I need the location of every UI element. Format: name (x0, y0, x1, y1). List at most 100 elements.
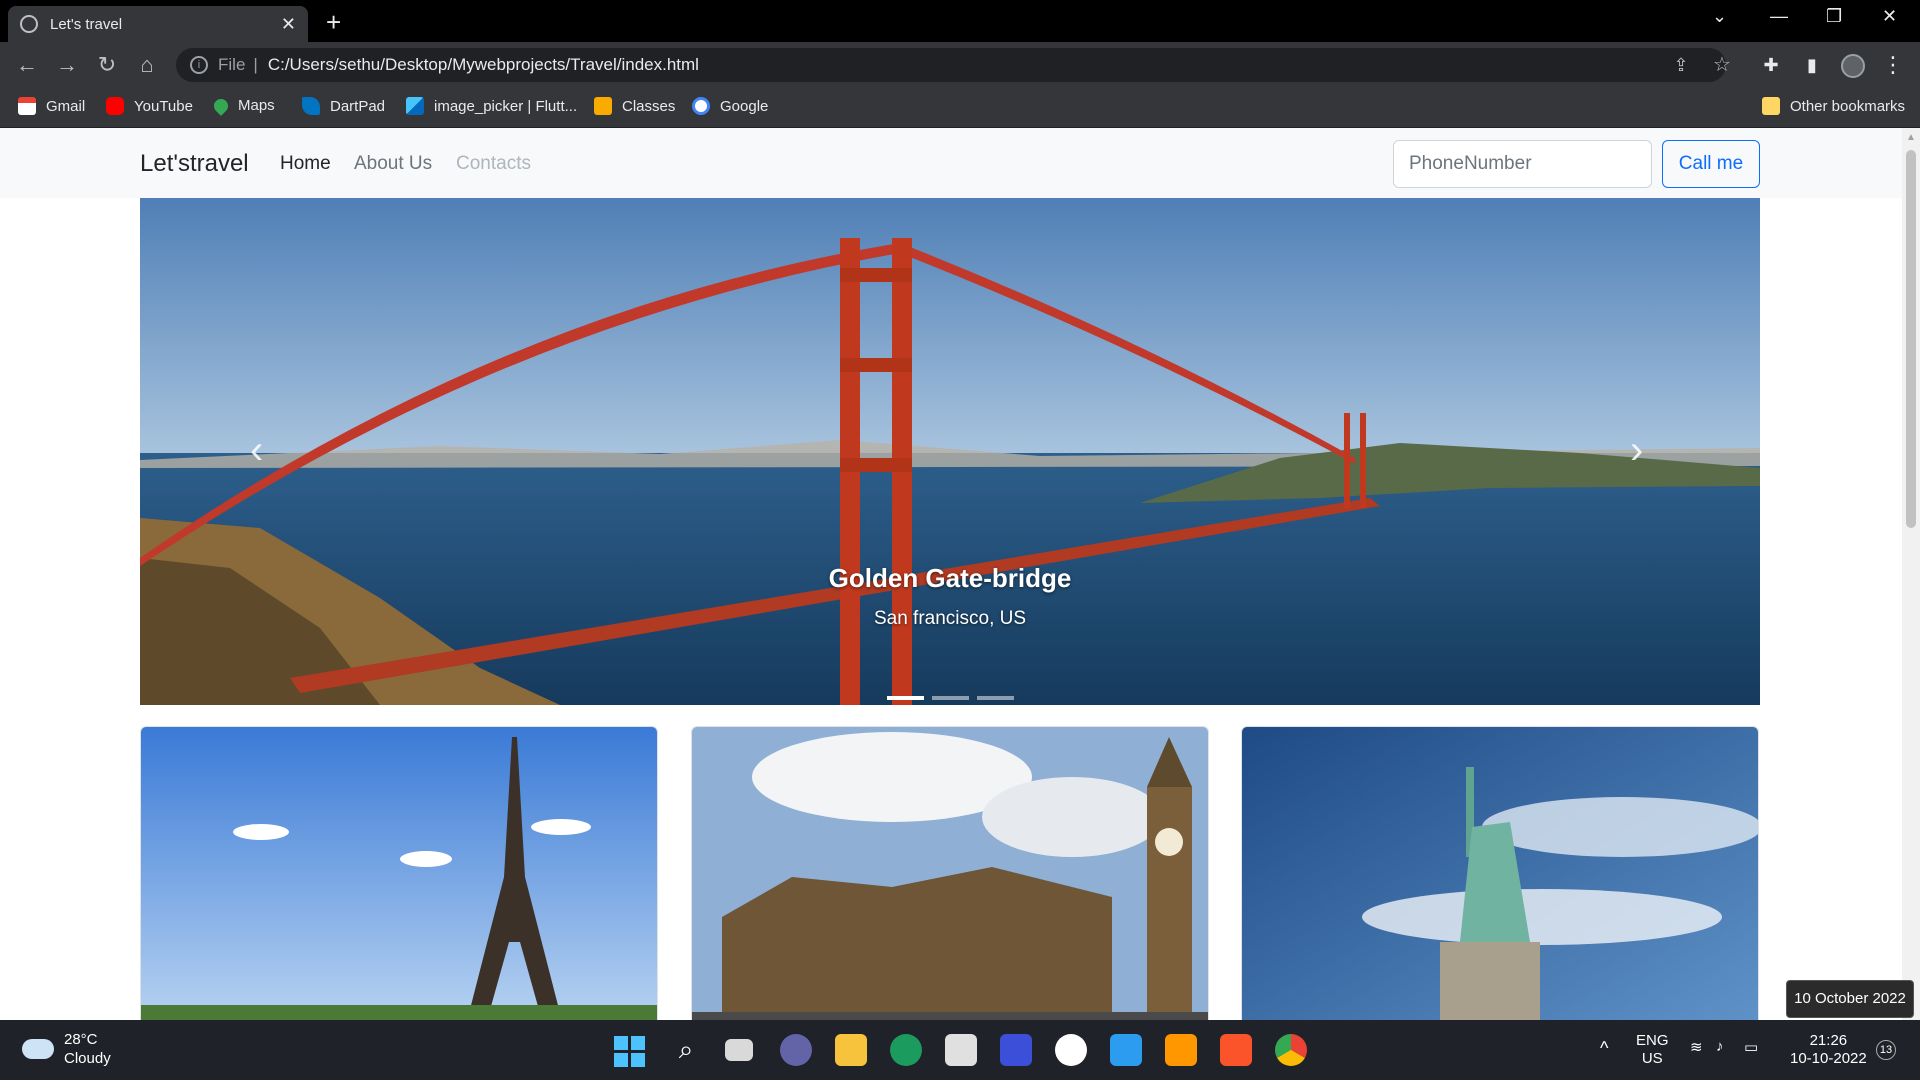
browser-tab-strip: Let's travel ✕ + ⌄ — ❐ ✕ (0, 0, 1920, 42)
youtube-icon (106, 97, 124, 115)
bookmark-dartpad[interactable]: DartPad (302, 97, 385, 115)
show-hidden-icons[interactable]: ^ (1600, 1038, 1608, 1059)
teams-icon[interactable] (780, 1034, 812, 1066)
call-me-button[interactable]: Call me (1662, 140, 1760, 188)
bookmark-label: image_picker | Flutt... (434, 97, 578, 115)
other-bookmarks-label: Other bookmarks (1790, 97, 1906, 115)
volume-icon[interactable]: ♪ (1716, 1038, 1724, 1055)
back-icon[interactable]: ← (12, 50, 42, 80)
side-panel-icon[interactable]: ▮ (1797, 50, 1827, 80)
bookmark-google[interactable]: Google (692, 97, 768, 115)
carousel-indicators (887, 696, 1014, 700)
globe-icon (20, 15, 38, 33)
bookmarks-bar: Gmail YouTube Maps DartPad image_picker … (0, 88, 1920, 128)
scroll-up-icon[interactable]: ▲ (1906, 132, 1916, 143)
nav-contacts[interactable]: Contacts (456, 153, 531, 175)
google-icon (692, 97, 710, 115)
windows-taskbar: 28°C Cloudy ⌕ ^ ENG US ≋ ♪ ▭ 21:26 10-10… (0, 1020, 1920, 1080)
vscode-icon[interactable] (1110, 1034, 1142, 1066)
wifi-icon[interactable]: ≋ (1690, 1038, 1703, 1056)
clock[interactable]: 21:26 10-10-2022 (1790, 1032, 1867, 1068)
cloud-icon (22, 1039, 54, 1059)
info-icon[interactable]: i (190, 56, 208, 74)
carousel-next-icon[interactable]: › (1630, 428, 1643, 473)
menu-icon[interactable]: ⋮ (1878, 50, 1908, 80)
battery-icon[interactable]: ▭ (1744, 1038, 1758, 1056)
sublime-text-icon[interactable] (1165, 1034, 1197, 1066)
search-icon[interactable]: ⌕ (670, 1034, 702, 1066)
address-bar[interactable]: i File | C:/Users/sethu/Desktop/Mywebpro… (176, 48, 1726, 82)
carousel-caption-subtitle: San francisco, US (873, 608, 1027, 629)
bookmark-maps[interactable]: Maps (211, 95, 275, 116)
bookmark-gmail[interactable]: Gmail (18, 97, 85, 115)
carousel-indicator[interactable] (887, 696, 924, 700)
bookmark-classes[interactable]: Classes (594, 97, 675, 115)
bookmark-label: Google (720, 97, 769, 115)
tab-title: Let's travel (50, 15, 123, 33)
pen-app-icon[interactable] (1000, 1034, 1032, 1066)
extensions-icon[interactable]: ✚ (1756, 50, 1786, 80)
edge-icon[interactable] (890, 1034, 922, 1066)
carousel-indicator[interactable] (977, 696, 1014, 700)
minimize-icon[interactable]: — (1770, 6, 1788, 27)
share-icon[interactable]: ⇪ (1666, 50, 1696, 80)
store-icon[interactable] (945, 1034, 977, 1066)
eiffel-tower-photo (141, 727, 657, 1020)
bookmark-label: Classes (622, 97, 676, 115)
classroom-icon (594, 97, 612, 115)
bookmark-youtube[interactable]: YouTube (106, 97, 193, 115)
profile-avatar[interactable] (1838, 50, 1868, 80)
brave-icon[interactable] (1220, 1034, 1252, 1066)
site-brand[interactable]: Let'stravel (140, 150, 249, 178)
carousel-caption-title: Golden Gate-bridge (828, 563, 1072, 593)
carousel-prev-icon[interactable]: ‹ (250, 428, 263, 473)
close-tab-icon[interactable]: ✕ (281, 14, 296, 35)
new-tab-button[interactable]: + (326, 7, 341, 38)
task-view-icon[interactable] (725, 1039, 753, 1061)
address-url: C:/Users/sethu/Desktop/Mywebprojects/Tra… (267, 55, 699, 74)
nav-about-us[interactable]: About Us (354, 153, 432, 175)
bookmark-label: Gmail (46, 97, 86, 115)
weather-widget[interactable]: 28°C Cloudy (22, 1030, 111, 1068)
notification-badge[interactable]: 13 (1876, 1040, 1896, 1060)
page-scrollbar[interactable]: ▲ (1902, 128, 1920, 1020)
chrome-icon[interactable] (1275, 1034, 1307, 1066)
restore-icon[interactable]: ❐ (1826, 6, 1842, 27)
bookmark-label: Maps (238, 97, 275, 114)
reload-icon[interactable]: ↻ (92, 50, 122, 80)
carousel-indicator[interactable] (932, 696, 969, 700)
other-bookmarks[interactable]: Other bookmarks (1762, 97, 1905, 115)
word-icon[interactable] (1055, 1034, 1087, 1066)
bookmark-label: DartPad (330, 97, 386, 115)
scroll-thumb[interactable] (1906, 150, 1916, 528)
star-icon[interactable]: ☆ (1707, 50, 1737, 80)
browser-toolbar: ← → ↻ ⌂ i File | C:/Users/sethu/Desktop/… (0, 42, 1920, 88)
clock-time: 21:26 (1809, 1032, 1848, 1049)
gmail-icon (18, 97, 36, 115)
card-eiffel-tower[interactable] (140, 726, 658, 1020)
weather-condition: Cloudy (64, 1050, 111, 1067)
big-ben-photo (692, 727, 1208, 1020)
dartpad-icon (302, 97, 320, 115)
bookmark-label: YouTube (134, 97, 193, 115)
browser-tab[interactable]: Let's travel ✕ (8, 6, 308, 42)
card-statue-of-liberty[interactable] (1241, 726, 1759, 1020)
clock-date: 10-10-2022 (1790, 1050, 1867, 1067)
region-code: US (1641, 1050, 1663, 1067)
statue-of-liberty-photo (1242, 727, 1758, 1020)
home-icon[interactable]: ⌂ (132, 50, 162, 80)
file-explorer-icon[interactable] (835, 1034, 867, 1066)
flutter-icon (406, 97, 424, 115)
language-indicator[interactable]: ENG US (1636, 1032, 1669, 1068)
tab-search-icon[interactable]: ⌄ (1712, 6, 1727, 27)
nav-home[interactable]: Home (280, 153, 331, 175)
maps-icon (211, 95, 231, 116)
forward-icon[interactable]: → (52, 50, 82, 80)
bookmark-image-picker[interactable]: image_picker | Flutt... (406, 97, 577, 115)
card-big-ben[interactable] (691, 726, 1209, 1020)
language-code: ENG (1636, 1032, 1669, 1049)
start-icon[interactable] (614, 1034, 646, 1067)
window-close-icon[interactable]: ✕ (1882, 6, 1897, 27)
hero-carousel: ‹ › Golden Gate-bridge San francisco, US (140, 198, 1760, 705)
phone-number-input[interactable] (1393, 140, 1652, 188)
